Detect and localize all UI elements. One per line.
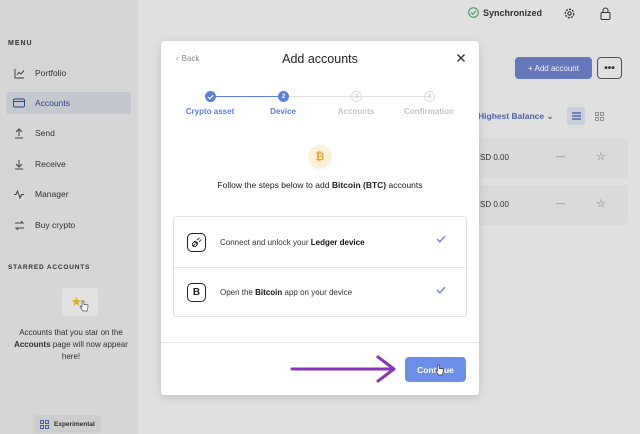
mouse-pointer-icon [435, 364, 444, 376]
step-dot-crypto-asset [205, 91, 216, 102]
step-dot-accounts: 3 [351, 91, 362, 102]
step-label-device: Device [270, 107, 296, 116]
annotation-arrow-icon [290, 355, 396, 383]
step-dot-device: 2 [278, 91, 289, 102]
usb-plug-icon [187, 232, 206, 252]
step-label-accounts: Accounts [337, 107, 375, 116]
device-steps-list: Connect and unlock your Ledger device B … [173, 216, 467, 317]
modal-footer-divider [161, 342, 479, 343]
step-label-confirmation: Confirmation [404, 107, 454, 116]
step-label-crypto-asset: Crypto asset [185, 107, 235, 116]
add-accounts-modal: ‹ Back Add accounts 2 3 4 Crypto asset D… [161, 41, 479, 395]
list-item-open-app: B Open the Bitcoin app on your device [174, 267, 466, 317]
bitcoin-app-icon: B [187, 283, 206, 302]
modal-title: Add accounts [282, 52, 358, 66]
bitcoin-icon: ₿ [308, 145, 332, 169]
check-icon [207, 94, 214, 100]
check-icon [436, 286, 446, 294]
stepper-line-done [216, 96, 282, 97]
step-dot-confirmation: 4 [424, 91, 435, 102]
check-icon [436, 235, 446, 243]
instruction-text: Follow the steps below to add Bitcoin (B… [217, 180, 423, 190]
close-icon[interactable] [455, 52, 467, 64]
list-item-connect-device: Connect and unlock your Ledger device [174, 217, 466, 267]
